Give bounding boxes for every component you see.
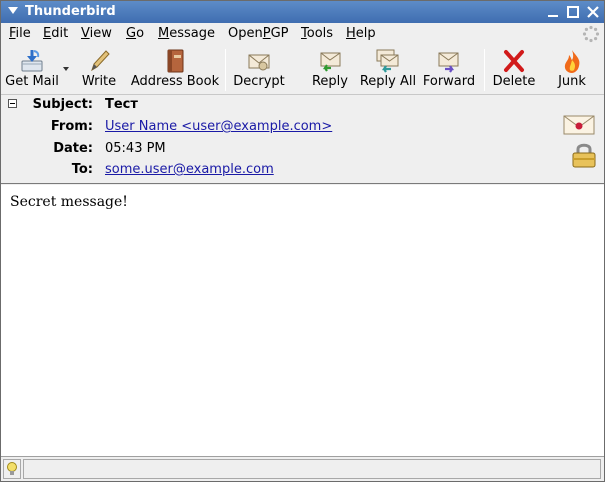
menu-tools[interactable]: Tools bbox=[301, 26, 333, 41]
close-button[interactable] bbox=[584, 3, 602, 21]
main-toolbar: Get Mail Write Address Book Decrypt Repl… bbox=[1, 45, 604, 95]
menu-message[interactable]: Message bbox=[158, 26, 215, 41]
junk-label: Junk bbox=[558, 74, 586, 89]
get-mail-dropdown-icon[interactable] bbox=[63, 67, 69, 71]
menu-bar: File Edit View Go Message OpenPGP Tools … bbox=[1, 23, 604, 45]
message-header-pane: Subject: Тест From: User Name <user@exam… bbox=[1, 95, 604, 184]
signed-message-envelope-icon[interactable] bbox=[563, 114, 595, 136]
date-value: 05:43 PM bbox=[105, 141, 166, 156]
reply-all-button[interactable]: Reply All bbox=[359, 45, 417, 95]
status-text-cell bbox=[23, 459, 601, 479]
maximize-icon bbox=[567, 6, 579, 18]
toolbar-separator bbox=[225, 49, 226, 91]
minimize-button[interactable] bbox=[544, 3, 562, 21]
menu-openpgp[interactable]: OpenPGP bbox=[228, 26, 289, 41]
lightbulb-icon bbox=[7, 462, 17, 475]
close-icon bbox=[587, 6, 599, 18]
forward-label: Forward bbox=[422, 74, 476, 89]
menu-go[interactable]: Go bbox=[126, 26, 144, 41]
date-label: Date: bbox=[53, 141, 93, 156]
to-label: To: bbox=[71, 162, 93, 177]
title-bar: Thunderbird bbox=[1, 1, 604, 23]
status-icon-cell bbox=[3, 459, 21, 479]
from-label: From: bbox=[50, 119, 93, 134]
write-label: Write bbox=[81, 74, 117, 89]
junk-icon bbox=[564, 50, 580, 73]
get-mail-button[interactable]: Get Mail bbox=[3, 45, 61, 95]
address-book-icon bbox=[167, 49, 184, 73]
delete-button[interactable]: Delete bbox=[491, 45, 537, 95]
reply-label: Reply bbox=[311, 74, 348, 89]
maximize-button[interactable] bbox=[564, 3, 582, 21]
minimize-icon bbox=[548, 15, 558, 17]
delete-icon bbox=[504, 50, 524, 72]
status-bar bbox=[1, 456, 604, 481]
forward-button[interactable]: Forward bbox=[421, 45, 477, 95]
decrypt-label: Decrypt bbox=[233, 74, 285, 89]
decrypt-button[interactable]: Decrypt bbox=[230, 45, 288, 95]
subject-label: Subject: bbox=[32, 97, 93, 112]
subject-value: Тест bbox=[105, 97, 138, 112]
window-menu-icon[interactable] bbox=[8, 7, 18, 14]
menu-view[interactable]: View bbox=[81, 26, 112, 41]
get-mail-label: Get Mail bbox=[5, 74, 59, 89]
window-title: Thunderbird bbox=[25, 4, 116, 19]
decrypt-icon bbox=[248, 54, 270, 71]
write-icon bbox=[91, 50, 110, 72]
get-mail-icon bbox=[21, 50, 43, 72]
message-body-text: Secret message! bbox=[10, 194, 128, 210]
menu-edit[interactable]: Edit bbox=[43, 26, 68, 41]
thunderbird-window: Thunderbird File Edit View Go Message Op… bbox=[0, 0, 605, 482]
reply-button[interactable]: Reply bbox=[307, 45, 353, 95]
encrypted-lock-icon[interactable] bbox=[571, 141, 597, 169]
activity-throbber-icon bbox=[582, 25, 600, 43]
address-book-button[interactable]: Address Book bbox=[129, 45, 221, 95]
from-link[interactable]: User Name <user@example.com> bbox=[105, 119, 332, 134]
reply-all-icon bbox=[376, 49, 399, 73]
reply-all-label: Reply All bbox=[359, 74, 417, 89]
to-link[interactable]: some.user@example.com bbox=[105, 162, 274, 177]
junk-button[interactable]: Junk bbox=[553, 45, 591, 95]
menu-file[interactable]: File bbox=[9, 26, 31, 41]
toolbar-separator bbox=[484, 49, 485, 91]
forward-icon bbox=[438, 52, 459, 73]
address-book-label: Address Book bbox=[130, 74, 220, 89]
message-body-pane[interactable]: Secret message! bbox=[1, 185, 604, 456]
menu-help[interactable]: Help bbox=[346, 26, 376, 41]
reply-icon bbox=[320, 52, 341, 72]
write-button[interactable]: Write bbox=[79, 45, 119, 95]
delete-label: Delete bbox=[492, 74, 536, 89]
